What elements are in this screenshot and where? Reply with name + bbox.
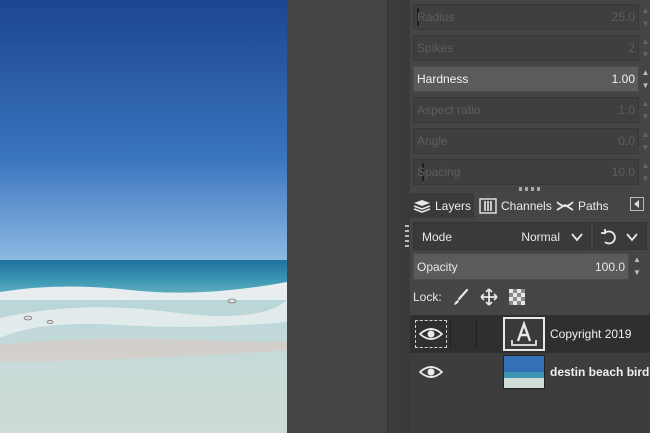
beach-photo	[0, 0, 287, 433]
text-layer-icon	[511, 321, 537, 346]
visibility-toggle[interactable]	[415, 358, 447, 386]
radius-spinner[interactable]: ▲ ▼	[641, 4, 650, 30]
channels-icon	[479, 197, 497, 214]
dock-tab-bar: Layers Channels Paths	[410, 193, 650, 218]
move-icon[interactable]	[480, 288, 498, 306]
slider-value: 25.0	[611, 10, 635, 24]
layer-chain-divider	[476, 321, 477, 347]
layer-thumbnail	[503, 317, 545, 351]
slider-label: Hardness	[417, 72, 469, 86]
lock-row: Lock:	[413, 287, 526, 307]
slider-label: Aspect ratio	[417, 103, 481, 117]
eye-icon	[419, 328, 443, 340]
slider-value: 1.0	[618, 103, 635, 117]
canvas-gutter	[287, 0, 387, 433]
tab-menu-button[interactable]	[630, 197, 644, 211]
paintbrush-icon[interactable]	[452, 288, 470, 306]
hardness-slider[interactable]: Hardness 1.00	[413, 66, 639, 92]
tab-channels[interactable]: Channels	[476, 193, 552, 218]
spikes-slider[interactable]: Spikes 2	[413, 35, 639, 61]
radius-slider[interactable]: Radius 25.0	[413, 4, 639, 30]
layer-mode-dropdown[interactable]: Mode Normal	[413, 222, 591, 250]
spacing-spinner[interactable]: ▲ ▼	[641, 159, 650, 185]
tab-label: Channels	[501, 198, 552, 213]
opacity-spinner[interactable]: ▲ ▼	[631, 253, 643, 280]
canvas-vertical-scrollbar[interactable]	[387, 0, 402, 433]
chevron-down-icon	[626, 233, 638, 242]
layer-name[interactable]: destin beach bird	[550, 365, 649, 379]
layer-name[interactable]: Copyright 2019	[550, 327, 631, 341]
spikes-spinner[interactable]: ▲ ▼	[641, 35, 650, 61]
beach-thumbnail-image	[504, 356, 544, 388]
pane-splitter-grip[interactable]	[519, 187, 541, 191]
tab-paths[interactable]: Paths	[553, 193, 615, 218]
tab-label: Layers	[435, 198, 472, 213]
dock-panel: Radius 25.0 ▲ ▼ Spikes 2 ▲ ▼ Hardness 1.00…	[410, 0, 650, 433]
triangle-left-icon	[634, 200, 639, 208]
layers-list: Copyright 2019 destin beach bird	[410, 315, 650, 433]
layer-row-beach[interactable]: destin beach bird	[410, 353, 650, 391]
slider-value: 1.00	[611, 72, 635, 86]
lock-label: Lock:	[413, 290, 442, 304]
slider-label: Angle	[417, 134, 448, 148]
checkerboard-icon[interactable]	[508, 288, 526, 306]
eye-icon	[419, 366, 443, 378]
slider-label: Spikes	[417, 41, 454, 55]
dock-separator[interactable]	[402, 0, 410, 433]
opacity-label: Opacity	[417, 260, 458, 274]
reset-icon	[601, 229, 616, 245]
tab-layers[interactable]: Layers	[410, 193, 474, 218]
layer-thumbnail	[503, 355, 545, 389]
tab-label: Paths	[578, 198, 609, 213]
angle-spinner[interactable]: ▲ ▼	[641, 128, 650, 154]
slider-label: Radius	[417, 10, 455, 24]
mode-value: Normal	[521, 230, 560, 244]
slider-label: Spacing	[417, 165, 461, 179]
aspect-ratio-spinner[interactable]: ▲ ▼	[641, 97, 650, 123]
image-canvas[interactable]	[0, 0, 287, 433]
opacity-value: 100.0	[594, 260, 625, 274]
dock-separator-grip[interactable]	[405, 225, 409, 247]
slider-value: 10.0	[611, 165, 635, 179]
spacing-slider[interactable]: Spacing 10.0	[413, 159, 639, 185]
paths-icon	[556, 200, 574, 211]
visibility-toggle[interactable]	[415, 320, 447, 348]
layer-chain-toggle[interactable]	[450, 321, 464, 347]
layers-icon	[413, 199, 431, 213]
layer-row-copyright[interactable]: Copyright 2019	[410, 315, 650, 353]
mode-label: Mode	[422, 230, 453, 244]
aspect-ratio-slider[interactable]: Aspect ratio 1.0	[413, 97, 639, 123]
mode-switch-button[interactable]	[593, 222, 647, 250]
angle-slider[interactable]: Angle 0.0	[413, 128, 639, 154]
slider-value: 0.0	[618, 134, 635, 148]
opacity-slider[interactable]: Opacity 100.0	[413, 253, 629, 280]
hardness-spinner[interactable]: ▲ ▼	[641, 66, 650, 92]
slider-value: 2	[628, 41, 635, 55]
chevron-down-icon	[571, 233, 583, 242]
